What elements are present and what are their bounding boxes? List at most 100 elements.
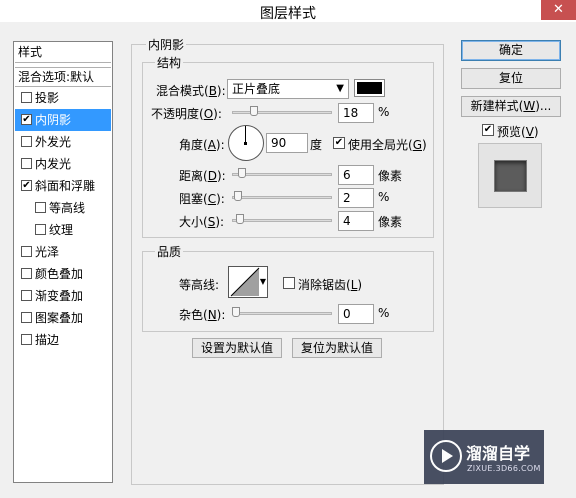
watermark-url: ZIXUE.3D66.COM (467, 464, 541, 473)
choke-slider-track[interactable] (232, 196, 332, 199)
angle-input[interactable]: 90 (266, 133, 308, 153)
size-label: 大小(S): (179, 215, 225, 229)
contour-curve-icon (230, 267, 260, 297)
style-item-label: 纹理 (49, 223, 74, 237)
style-item[interactable]: ✔ 斜面和浮雕 (15, 175, 111, 197)
noise-slider-thumb[interactable] (232, 307, 240, 317)
reset-button[interactable]: 复位 (461, 68, 561, 89)
contour-dropdown-icon: ▼ (259, 277, 266, 286)
style-item-label: 斜面和浮雕 (35, 179, 96, 193)
angle-dial[interactable] (228, 125, 264, 161)
close-icon: ✕ (553, 2, 564, 17)
reset-default-button[interactable]: 复位为默认值 (292, 338, 382, 358)
opacity-label: 不透明度(O): (151, 107, 222, 121)
inner-shadow-title: 内阴影 (146, 36, 187, 53)
opacity-slider-track[interactable] (232, 111, 332, 114)
contour-picker[interactable]: ▼ (228, 266, 268, 298)
noise-slider-track[interactable] (232, 312, 332, 315)
style-item-label: 投影 (35, 91, 60, 105)
choke-label: 阻塞(C): (179, 192, 225, 206)
structure-title: 结构 (155, 54, 184, 71)
blend-mode-value: 正片叠底 (232, 82, 281, 96)
size-input[interactable]: 4 (338, 211, 374, 231)
style-item-label: 图案叠加 (35, 311, 84, 325)
style-item-checkbox[interactable] (21, 246, 32, 257)
angle-unit: 度 (310, 138, 323, 152)
styles-header[interactable]: 样式 (15, 43, 111, 63)
angle-needle (245, 126, 246, 143)
distance-unit: 像素 (378, 169, 403, 183)
size-slider-track[interactable] (232, 219, 332, 222)
style-item[interactable]: 内发光 (15, 153, 111, 175)
distance-label: 距离(D): (179, 169, 226, 183)
style-item-label: 描边 (35, 333, 60, 347)
choke-input[interactable]: 2 (338, 188, 374, 208)
opacity-unit: % (378, 105, 390, 119)
ok-button[interactable]: 确定 (461, 40, 561, 61)
style-item-checkbox[interactable] (35, 224, 46, 235)
choke-slider-thumb[interactable] (234, 191, 242, 201)
global-light-label[interactable]: 使用全局光(G) (348, 136, 427, 153)
style-item-checkbox[interactable] (21, 268, 32, 279)
style-item[interactable]: 纹理 (15, 219, 111, 241)
style-item-checkbox[interactable] (21, 158, 32, 169)
style-item-label: 外发光 (35, 135, 72, 149)
style-item[interactable]: 外发光 (15, 131, 111, 153)
style-item-checkbox[interactable] (35, 202, 46, 213)
style-item-label: 光泽 (35, 245, 60, 259)
style-item[interactable]: 等高线 (15, 197, 111, 219)
watermark-brand: 溜溜自学 (466, 444, 531, 463)
style-item[interactable]: 描边 (15, 329, 111, 351)
distance-slider-thumb[interactable] (238, 168, 246, 178)
window-title: 图层样式 (260, 6, 316, 22)
blend-options-item[interactable]: 混合选项:默认 (15, 67, 111, 87)
opacity-input[interactable]: 18 (338, 103, 374, 123)
anti-alias-checkbox[interactable] (283, 277, 295, 289)
watermark-logo-icon (430, 440, 462, 472)
style-item[interactable]: 投影 (15, 87, 111, 109)
style-preview-box (478, 143, 542, 208)
quality-title: 品质 (155, 243, 184, 260)
style-item-checkbox[interactable]: ✔ (21, 180, 32, 191)
style-item-checkbox[interactable]: ✔ (21, 114, 32, 125)
style-item[interactable]: 颜色叠加 (15, 263, 111, 285)
make-default-button[interactable]: 设置为默认值 (192, 338, 282, 358)
style-item-checkbox[interactable] (21, 92, 32, 103)
global-light-checkbox[interactable]: ✔ (333, 137, 345, 149)
contour-label: 等高线: (179, 278, 220, 292)
angle-label: 角度(A): (179, 138, 225, 152)
distance-slider-track[interactable] (232, 173, 332, 176)
style-item-checkbox[interactable] (21, 290, 32, 301)
style-item-label: 颜色叠加 (35, 267, 84, 281)
new-style-button[interactable]: 新建样式(W)... (461, 96, 561, 117)
anti-alias-label[interactable]: 消除锯齿(L) (298, 276, 362, 293)
size-slider-thumb[interactable] (236, 214, 244, 224)
opacity-slider-thumb[interactable] (250, 106, 258, 116)
distance-input[interactable]: 6 (338, 165, 374, 185)
style-item-label: 内发光 (35, 157, 72, 171)
style-item-checkbox[interactable] (21, 334, 32, 345)
style-item-checkbox[interactable] (21, 312, 32, 323)
style-item[interactable]: 渐变叠加 (15, 285, 111, 307)
noise-unit: % (378, 306, 390, 320)
blend-mode-select[interactable]: 正片叠底 ▼ (227, 79, 349, 99)
style-item-label: 渐变叠加 (35, 289, 84, 303)
noise-input[interactable]: 0 (338, 304, 374, 324)
preview-checkbox[interactable]: ✔ (482, 124, 494, 136)
style-item-label: 等高线 (49, 201, 86, 215)
noise-label: 杂色(N): (179, 308, 226, 322)
chevron-down-icon: ▼ (336, 83, 344, 94)
style-item-checkbox[interactable] (21, 136, 32, 147)
choke-unit: % (378, 190, 390, 204)
preview-label[interactable]: 预览(V) (497, 123, 539, 140)
style-item[interactable]: ✔ 内阴影 (15, 109, 111, 131)
style-preview-swatch (495, 161, 526, 191)
shadow-color-swatch[interactable] (354, 79, 385, 97)
blend-mode-label: 混合模式(B): (156, 84, 226, 98)
watermark: 溜溜自学 ZIXUE.3D66.COM (424, 430, 544, 484)
close-button[interactable]: ✕ (541, 0, 576, 20)
style-item[interactable]: 图案叠加 (15, 307, 111, 329)
size-unit: 像素 (378, 215, 403, 229)
style-item[interactable]: 光泽 (15, 241, 111, 263)
style-item-label: 内阴影 (35, 113, 72, 127)
